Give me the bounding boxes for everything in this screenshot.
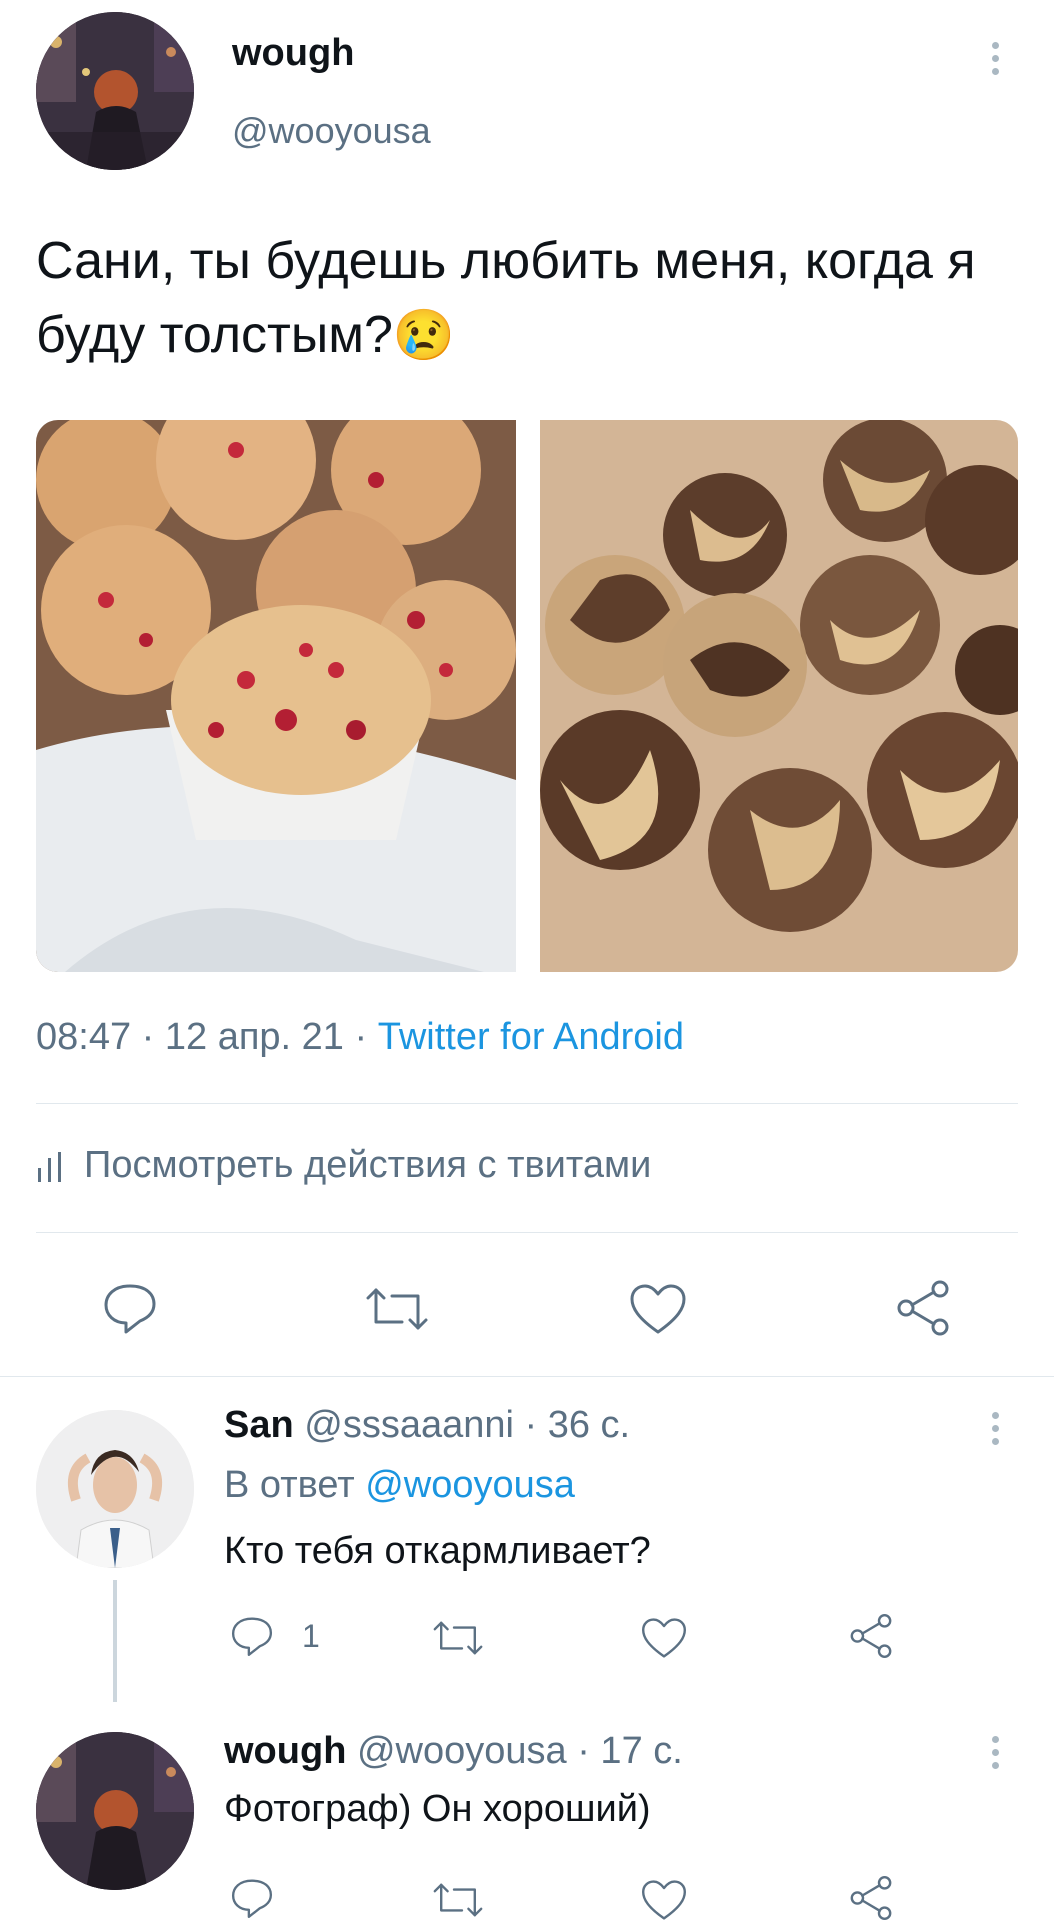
reply2-avatar[interactable]	[36, 1732, 194, 1890]
reply1-reply-count: 1	[302, 1618, 320, 1654]
reply2-like-icon[interactable]	[640, 1878, 688, 1922]
reply1-retweet-icon[interactable]	[430, 1618, 486, 1658]
tweet-source-link[interactable]: Twitter for Android	[378, 1016, 684, 1058]
reply2-header: wough @wooyousa · 17 с.	[224, 1730, 683, 1773]
reply1-in-reply-handle[interactable]: @wooyousa	[365, 1464, 575, 1506]
reply2-reply-icon[interactable]	[228, 1876, 276, 1920]
reply2-retweet-icon[interactable]	[430, 1880, 486, 1920]
reply1-header: San @sssaaanni · 36 с.	[224, 1404, 630, 1447]
main-display-name[interactable]: wough	[232, 32, 354, 75]
tweet-meta: 08:47 · 12 апр. 21 · Twitter for Android	[36, 1016, 684, 1059]
reply2-time: · 17 с.	[577, 1730, 683, 1772]
reply2-handle[interactable]: @wooyousa	[357, 1730, 567, 1772]
reply1-like-icon[interactable]	[640, 1616, 688, 1660]
analytics-icon	[38, 1151, 61, 1182]
reply1-time: · 36 с.	[524, 1404, 631, 1446]
reply1-handle[interactable]: @sssaaanni	[304, 1404, 514, 1446]
main-handle[interactable]: @wooyousa	[232, 110, 431, 152]
section-divider	[0, 1376, 1054, 1377]
reply2-more-icon[interactable]	[988, 1736, 1002, 1775]
reply1-more-icon[interactable]	[988, 1412, 1002, 1451]
crying-emoji-icon: 😢	[392, 307, 456, 363]
divider-bottom	[36, 1232, 1018, 1233]
like-icon[interactable]	[628, 1282, 688, 1336]
retweet-icon[interactable]	[362, 1284, 432, 1334]
tweet-date: 12 апр. 21	[164, 1016, 344, 1058]
cranberry-muffins-image[interactable]	[36, 420, 516, 972]
meta-separator: ·	[141, 1016, 155, 1058]
tweet-activity-button[interactable]: Посмотреть действия с твитами	[36, 1144, 651, 1187]
reply1-in-reply-prefix: В ответ	[224, 1464, 355, 1506]
reply2-display-name[interactable]: wough	[224, 1730, 346, 1772]
meta-separator-2: ·	[354, 1016, 368, 1058]
reply1-display-name[interactable]: San	[224, 1404, 294, 1446]
divider-top	[36, 1103, 1018, 1104]
reply1-text: Кто тебя откармливает?	[224, 1530, 651, 1572]
main-more-icon[interactable]	[988, 42, 1002, 81]
marble-muffins-image[interactable]	[540, 420, 1018, 972]
reply1-reply-icon[interactable]	[228, 1614, 276, 1658]
thread-line	[113, 1580, 117, 1702]
reply1-context: В ответ @wooyousa	[224, 1464, 575, 1507]
reply1-share-icon[interactable]	[846, 1612, 896, 1660]
reply2-share-icon[interactable]	[846, 1874, 896, 1922]
reply2-text: Фотограф) Он хороший)	[224, 1788, 651, 1830]
tweet-text-content: Сани, ты будешь любить меня, когда я буд…	[36, 232, 976, 364]
tweet-time: 08:47	[36, 1016, 132, 1058]
tweet-text: Сани, ты будешь любить меня, когда я буд…	[36, 224, 996, 372]
share-icon[interactable]	[892, 1278, 954, 1338]
tweet-activity-label: Посмотреть действия с твитами	[84, 1144, 652, 1186]
reply-icon[interactable]	[100, 1280, 160, 1336]
reply1-avatar[interactable]	[36, 1410, 194, 1568]
main-avatar[interactable]	[36, 12, 194, 170]
